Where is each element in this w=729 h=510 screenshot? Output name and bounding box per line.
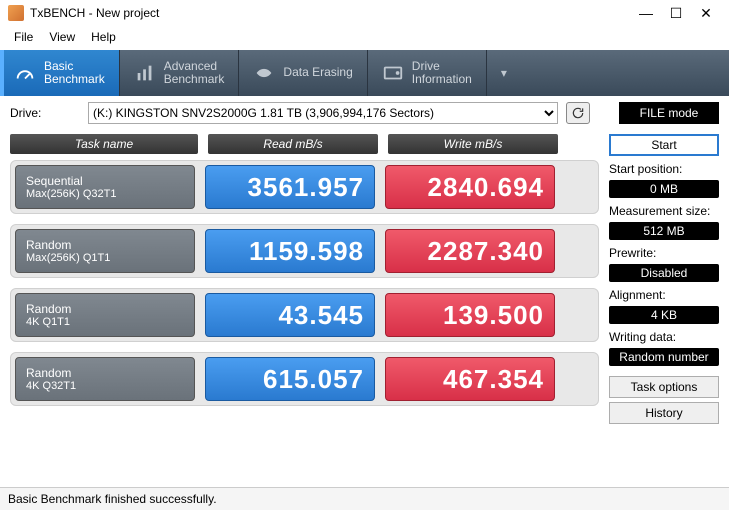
task-name-cell: RandomMax(256K) Q1T1 [15,229,195,273]
header-task: Task name [10,134,198,154]
task-line1: Sequential [26,174,184,188]
task-line2: 4K Q1T1 [26,316,184,328]
close-button[interactable]: ✕ [691,5,721,22]
refresh-button[interactable] [566,102,590,124]
gauge-icon [14,62,36,84]
toolbar: Drive: (K:) KINGSTON SNV2S2000G 1.81 TB … [0,96,729,130]
prewrite-label: Prewrite: [609,246,719,260]
task-line1: Random [26,302,184,316]
tab-label: Data Erasing [283,66,352,79]
drive-label: Drive: [10,106,80,120]
history-button[interactable]: History [609,402,719,424]
write-value: 2287.340 [385,229,555,273]
results-header: Task name Read mB/s Write mB/s [10,134,599,154]
tab-overflow[interactable]: ▾ [487,50,521,96]
writingdata-value[interactable]: Random number [609,348,719,366]
menu-file[interactable]: File [8,28,39,46]
read-value: 615.057 [205,357,375,401]
erase-icon [253,62,275,84]
alignment-label: Alignment: [609,288,719,302]
alignment-value[interactable]: 4 KB [609,306,719,324]
startpos-label: Start position: [609,162,719,176]
writingdata-label: Writing data: [609,330,719,344]
tab-data-erasing[interactable]: Data Erasing [239,50,367,96]
titlebar: TxBENCH - New project — ☐ ✕ [0,0,729,26]
startpos-value[interactable]: 0 MB [609,180,719,198]
task-options-button[interactable]: Task options [609,376,719,398]
chart-icon [134,62,156,84]
side-panel: Start Start position: 0 MB Measurement s… [609,134,719,424]
write-value: 467.354 [385,357,555,401]
tab-label: Basic Benchmark [44,60,105,86]
read-value: 43.545 [205,293,375,337]
result-row: RandomMax(256K) Q1T11159.5982287.340 [10,224,599,278]
prewrite-value[interactable]: Disabled [609,264,719,282]
menubar: File View Help [0,26,729,50]
task-line2: Max(256K) Q1T1 [26,252,184,264]
tab-label: Advanced Benchmark [164,60,225,86]
drive-select[interactable]: (K:) KINGSTON SNV2S2000G 1.81 TB (3,906,… [88,102,558,124]
app-icon [8,5,24,21]
task-line2: 4K Q32T1 [26,380,184,392]
drive-icon [382,62,404,84]
read-value: 1159.598 [205,229,375,273]
start-button[interactable]: Start [609,134,719,156]
menu-help[interactable]: Help [85,28,122,46]
task-line2: Max(256K) Q32T1 [26,188,184,200]
result-row: SequentialMax(256K) Q32T13561.9572840.69… [10,160,599,214]
task-name-cell: Random4K Q32T1 [15,357,195,401]
result-row: Random4K Q32T1615.057467.354 [10,352,599,406]
window-title: TxBENCH - New project [30,6,631,20]
refresh-icon [571,106,585,120]
write-value: 2840.694 [385,165,555,209]
maximize-button[interactable]: ☐ [661,5,691,22]
menu-view[interactable]: View [43,28,81,46]
filemode-button[interactable]: FILE mode [619,102,719,124]
minimize-button[interactable]: — [631,5,661,21]
results-pane: Task name Read mB/s Write mB/s Sequentia… [10,134,599,424]
tab-label: Drive Information [412,60,472,86]
header-write: Write mB/s [388,134,558,154]
tab-advanced-benchmark[interactable]: Advanced Benchmark [120,50,240,96]
status-bar: Basic Benchmark finished successfully. [0,487,729,510]
write-value: 139.500 [385,293,555,337]
tab-bar: Basic Benchmark Advanced Benchmark Data … [0,50,729,96]
read-value: 3561.957 [205,165,375,209]
task-name-cell: SequentialMax(256K) Q32T1 [15,165,195,209]
tab-drive-information[interactable]: Drive Information [368,50,487,96]
task-name-cell: Random4K Q1T1 [15,293,195,337]
tab-basic-benchmark[interactable]: Basic Benchmark [0,50,120,96]
measurement-value[interactable]: 512 MB [609,222,719,240]
task-line1: Random [26,366,184,380]
header-read: Read mB/s [208,134,378,154]
chevron-down-icon: ▾ [501,66,507,80]
result-row: Random4K Q1T143.545139.500 [10,288,599,342]
measurement-label: Measurement size: [609,204,719,218]
task-line1: Random [26,238,184,252]
